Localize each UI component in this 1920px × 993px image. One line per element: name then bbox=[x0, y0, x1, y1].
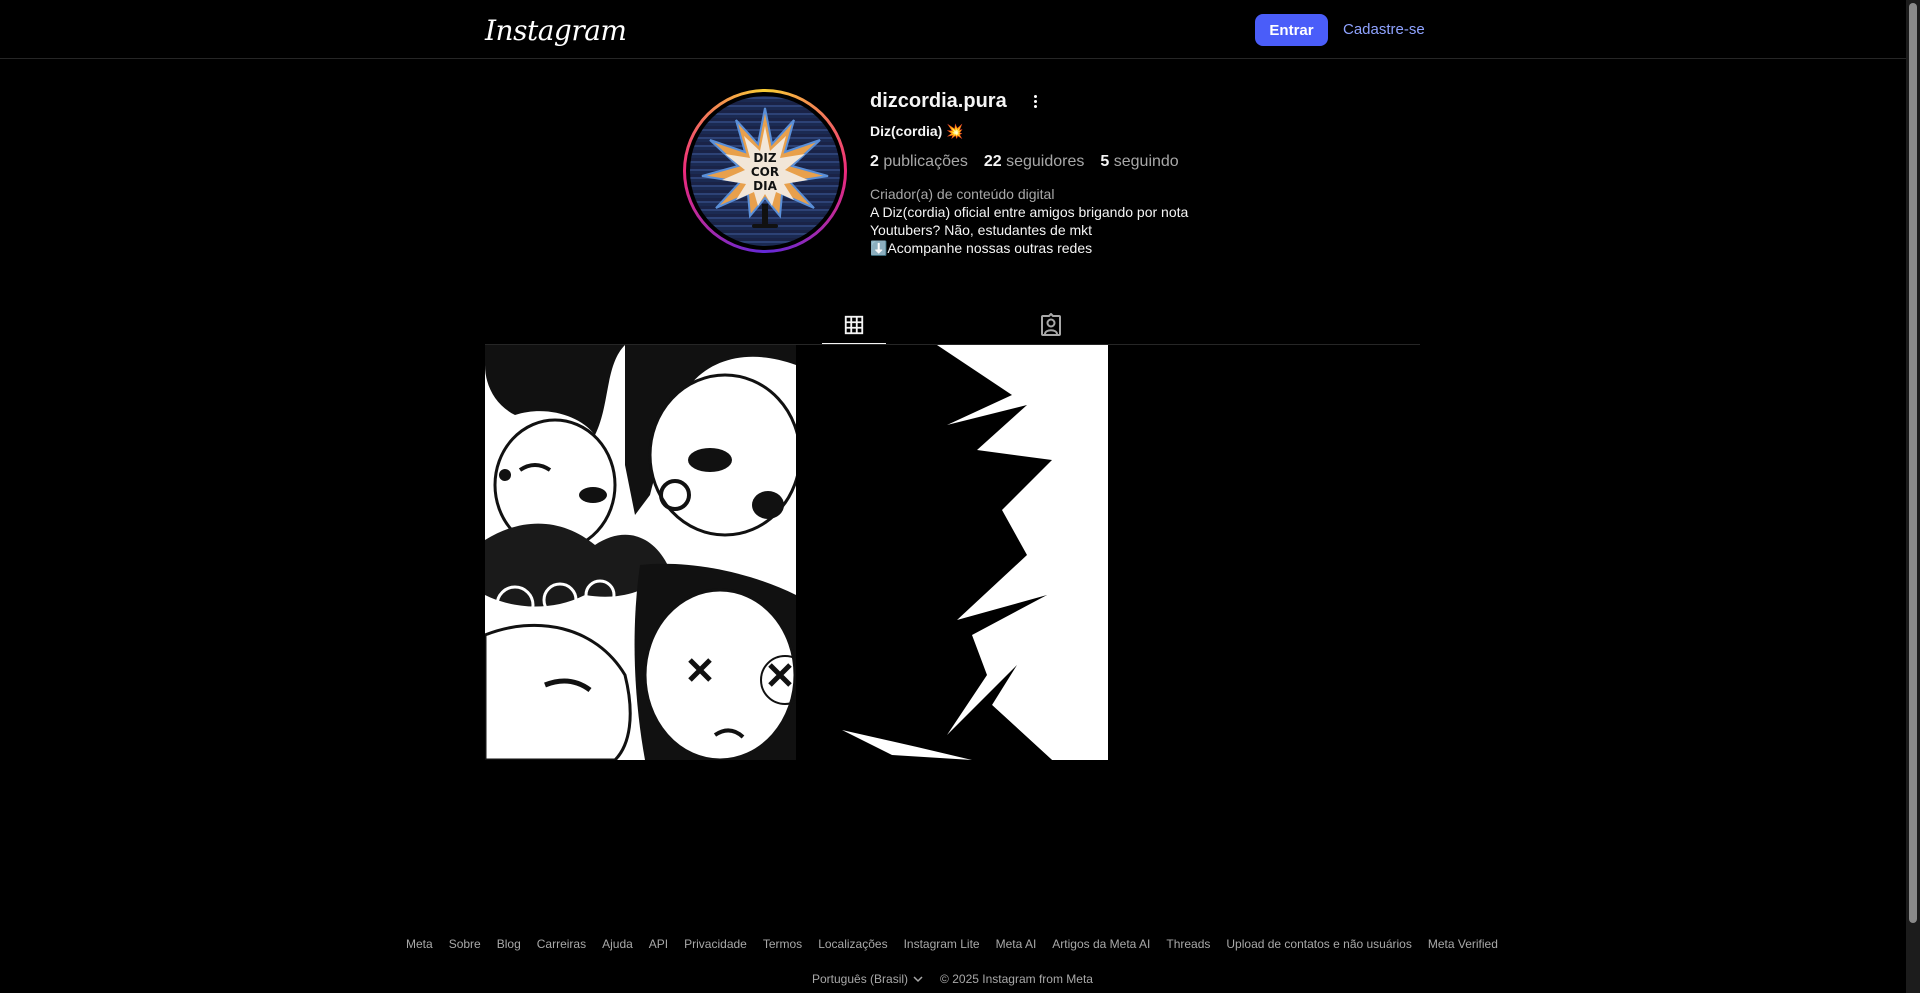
avatar[interactable]: DIZ COR DIA bbox=[690, 96, 840, 246]
tab-posts[interactable] bbox=[822, 306, 886, 345]
stat-following-label: seguindo bbox=[1113, 153, 1179, 170]
profile-username: dizcordia.pura bbox=[870, 90, 1007, 112]
post-illustration-faces bbox=[485, 345, 796, 760]
footer-links: Meta Sobre Blog Carreiras Ajuda API Priv… bbox=[406, 937, 1498, 951]
footer-link[interactable]: Meta bbox=[406, 937, 433, 951]
post-thumbnail[interactable] bbox=[797, 345, 1108, 760]
mic-stand bbox=[762, 204, 768, 226]
footer-link[interactable]: Blog bbox=[497, 937, 521, 951]
footer-link[interactable]: Instagram Lite bbox=[904, 937, 980, 951]
stat-followers[interactable]: 22 seguidores bbox=[984, 153, 1085, 171]
bio-line: A Diz(cordia) oficial entre amigos briga… bbox=[870, 204, 1189, 220]
page-scrollbar[interactable] bbox=[1906, 0, 1920, 993]
footer-link[interactable]: Meta Verified bbox=[1428, 937, 1498, 951]
signup-link[interactable]: Cadastre-se bbox=[1343, 21, 1425, 38]
top-header: Instagram Entrar Cadastre-se bbox=[0, 0, 1906, 59]
stat-following-count: 5 bbox=[1100, 153, 1110, 170]
footer-bottom: Português (Brasil) © 2025 Instagram from… bbox=[812, 972, 1093, 986]
login-button[interactable]: Entrar bbox=[1255, 14, 1328, 46]
footer-link[interactable]: Sobre bbox=[449, 937, 481, 951]
footer-link[interactable]: Upload de contatos e não usuários bbox=[1226, 937, 1411, 951]
footer-link[interactable]: Artigos da Meta AI bbox=[1052, 937, 1150, 951]
mic-base bbox=[752, 224, 778, 228]
footer-link[interactable]: Threads bbox=[1166, 937, 1210, 951]
language-select[interactable]: Português (Brasil) bbox=[812, 972, 924, 986]
copyright-text: © 2025 Instagram from Meta bbox=[940, 972, 1093, 986]
footer-link[interactable]: Privacidade bbox=[684, 937, 747, 951]
language-label: Português (Brasil) bbox=[812, 972, 909, 986]
instagram-logo[interactable]: Instagram bbox=[485, 14, 627, 47]
profile-bio: A Diz(cordia) oficial entre amigos briga… bbox=[870, 203, 1188, 257]
stat-following[interactable]: 5 seguindo bbox=[1100, 153, 1178, 171]
avatar-text-line-3: DIA bbox=[753, 179, 777, 193]
footer-link[interactable]: Carreiras bbox=[537, 937, 586, 951]
stat-followers-label: seguidores bbox=[1006, 153, 1085, 170]
stat-posts-count: 2 bbox=[870, 153, 879, 170]
footer-link[interactable]: Localizações bbox=[818, 937, 887, 951]
tab-tagged[interactable] bbox=[1019, 306, 1083, 344]
scrollbar-thumb[interactable] bbox=[1909, 3, 1917, 923]
more-options-icon[interactable] bbox=[1027, 92, 1043, 110]
tagged-icon bbox=[1041, 313, 1061, 336]
avatar-illustration: DIZ COR DIA bbox=[701, 107, 829, 228]
avatar-text-line-2: COR bbox=[751, 165, 779, 179]
avatar-text-line-1: DIZ bbox=[753, 151, 776, 165]
footer-link[interactable]: Ajuda bbox=[602, 937, 633, 951]
post-thumbnail[interactable] bbox=[485, 345, 796, 760]
bio-line: Youtubers? Não, estudantes de mkt bbox=[870, 222, 1093, 238]
stat-posts: 2 publicações bbox=[870, 153, 968, 171]
footer-link[interactable]: Meta AI bbox=[996, 937, 1037, 951]
grid-icon bbox=[844, 315, 864, 335]
stat-posts-label: publicações bbox=[883, 153, 968, 170]
footer-link[interactable]: Termos bbox=[763, 937, 802, 951]
profile-full-name: Diz(cordia) 💥 bbox=[870, 123, 964, 139]
stat-followers-count: 22 bbox=[983, 153, 1002, 170]
bio-line: ⬇️Acompanhe nossas outras redes bbox=[870, 240, 1093, 256]
chevron-down-icon bbox=[913, 976, 923, 983]
profile-category: Criador(a) de conteúdo digital bbox=[870, 186, 1055, 202]
post-illustration-burst bbox=[797, 345, 1108, 760]
footer-link[interactable]: API bbox=[649, 937, 668, 951]
avatar-story-ring[interactable]: DIZ COR DIA bbox=[683, 89, 847, 253]
profile-stats: 2 publicações 22 seguidores 5 seguindo bbox=[870, 153, 1179, 171]
